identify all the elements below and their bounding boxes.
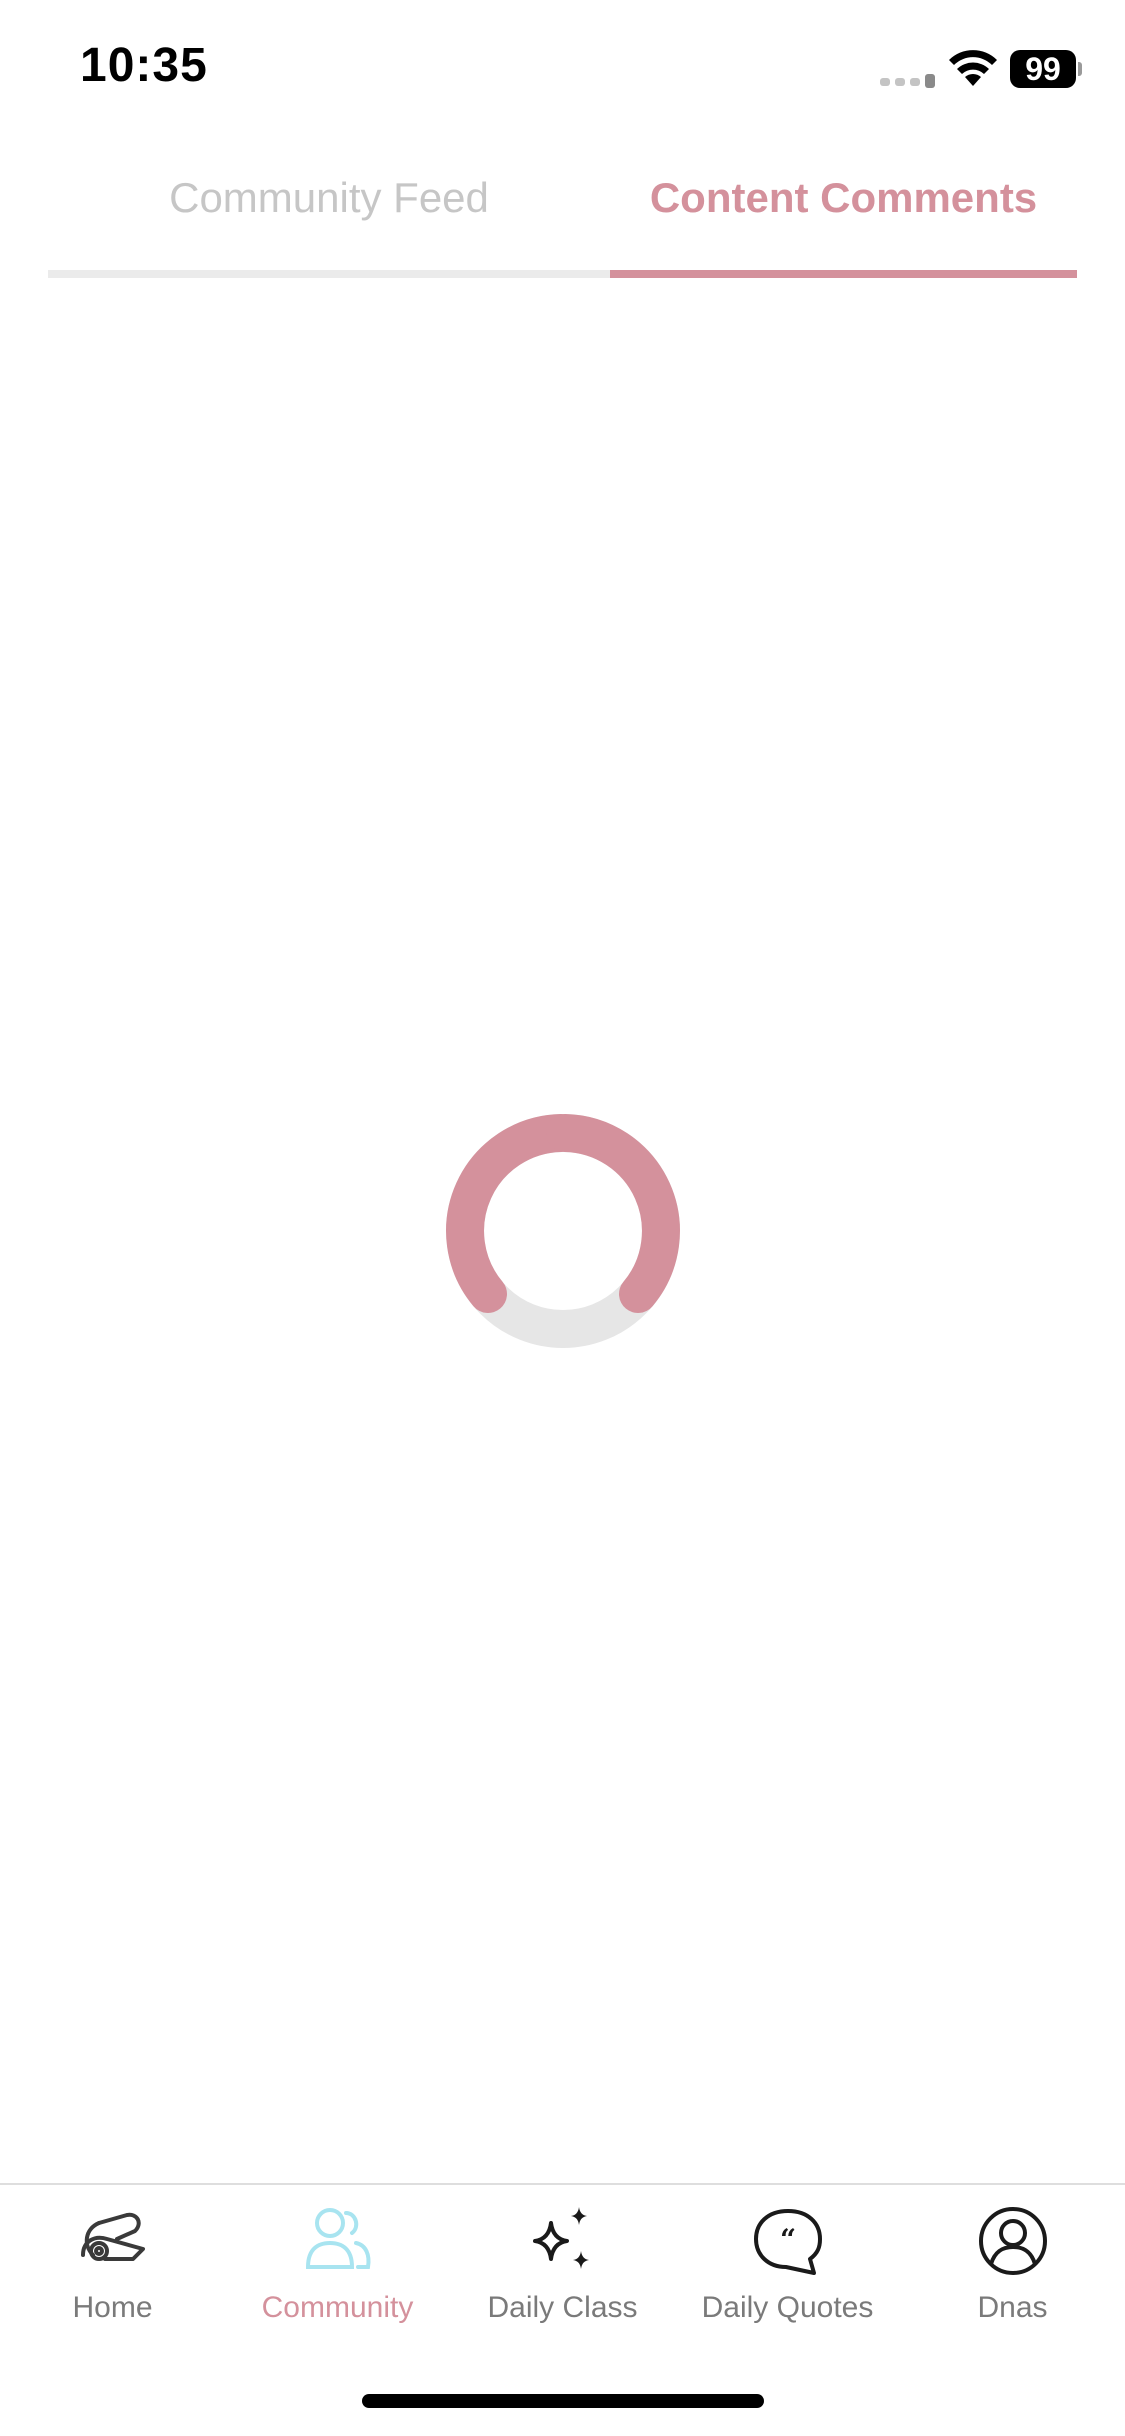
nav-label-community: Community [261, 2291, 414, 2324]
nav-item-daily-quotes[interactable]: “ Daily Quotes [675, 2185, 900, 2385]
sparkles-icon [533, 2207, 589, 2269]
nav-item-community[interactable]: Community [225, 2185, 450, 2385]
people-icon [305, 2208, 371, 2269]
battery-indicator: 99 [1010, 50, 1076, 88]
battery-tip [1078, 62, 1082, 76]
segment-tabs: Community Feed Content Comments [48, 150, 1077, 278]
nav-item-daily-class[interactable]: Daily Class [450, 2185, 675, 2385]
tab-content-comments-label: Content Comments [649, 174, 1038, 221]
quote-bubble-icon: “ [754, 2209, 822, 2275]
tab-community-feed-label: Community Feed [169, 174, 489, 221]
tab-community-feed-underline [48, 270, 610, 278]
nav-label-daily-quotes: Daily Quotes [701, 2291, 874, 2324]
wifi-icon [949, 50, 997, 86]
nav-label-home: Home [72, 2291, 153, 2324]
nav-label-daily-class: Daily Class [487, 2291, 638, 2324]
loading-spinner-icon [446, 1114, 680, 1348]
cellular-signal-icon [880, 74, 935, 88]
tab-content-comments-underline [610, 270, 1077, 278]
nav-item-home[interactable]: Home [0, 2185, 225, 2385]
status-bar: 10:35 99 [0, 0, 1125, 140]
tab-content-comments[interactable]: Content Comments [610, 150, 1077, 278]
yoga-mat-icon [81, 2212, 145, 2261]
status-time: 10:35 [80, 39, 208, 92]
nav-item-dnas[interactable]: Dnas [900, 2185, 1125, 2385]
nav-label-dnas: Dnas [977, 2291, 1048, 2324]
tab-community-feed[interactable]: Community Feed [48, 150, 610, 278]
home-indicator [362, 2394, 764, 2408]
svg-text:“: “ [780, 2223, 796, 2256]
screen: 10:35 99 Community Feed Content Comments [0, 0, 1125, 2436]
profile-icon [979, 2207, 1047, 2275]
